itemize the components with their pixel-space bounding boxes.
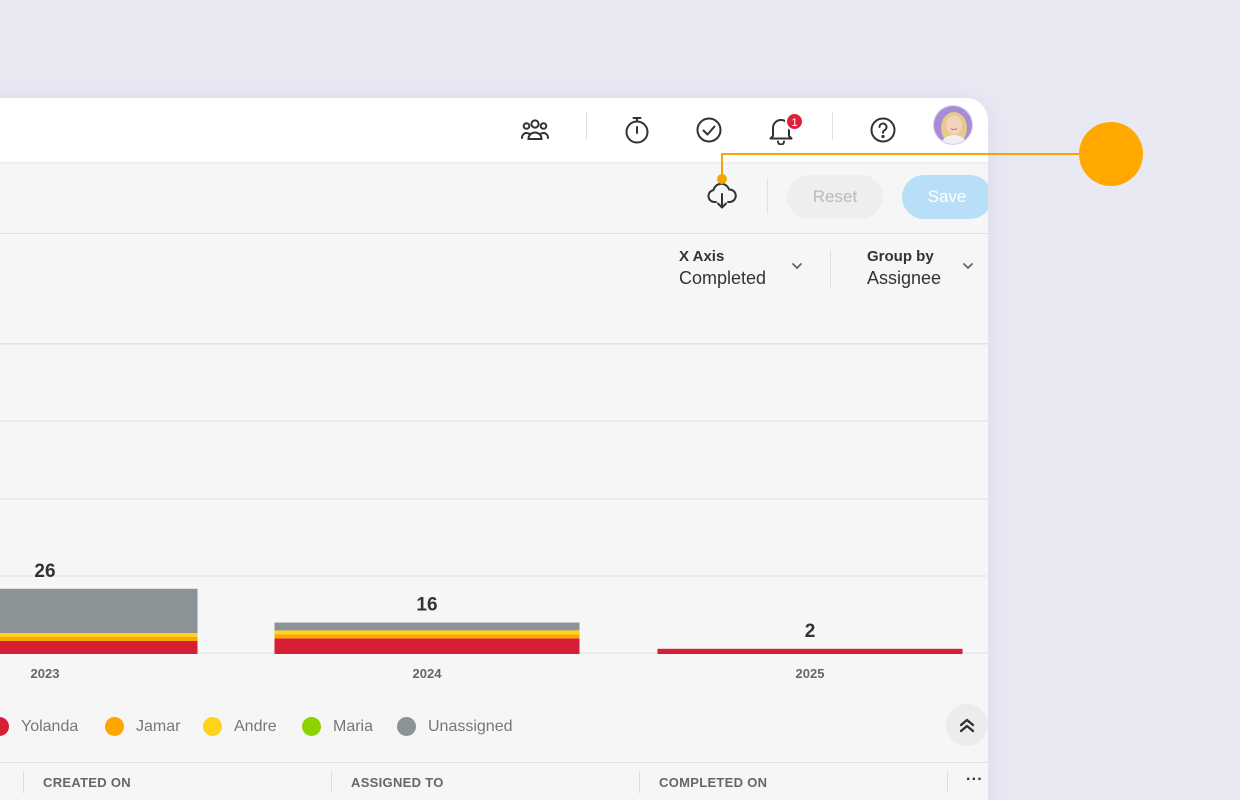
check-circle-icon[interactable]: [689, 110, 729, 150]
legend-label: Jamar: [136, 717, 181, 735]
bar-total-label: 26: [34, 561, 55, 582]
tooltip-connector: [721, 153, 1079, 155]
column-divider: [639, 771, 640, 793]
notification-badge: 1: [785, 112, 804, 131]
more-options-icon[interactable]: ···: [966, 771, 983, 789]
group-by-value: Assignee: [867, 268, 942, 288]
toolbar-divider: [767, 178, 768, 214]
app-window: 1 Reset Save X Axis Completed Group by A…: [0, 98, 988, 800]
action-bar: Reset Save: [0, 162, 988, 234]
help-icon[interactable]: [863, 110, 903, 150]
legend-swatch: [397, 717, 416, 736]
legend-swatch: [203, 717, 222, 736]
legend-item-maria[interactable]: Maria: [302, 717, 373, 736]
column-assigned-to[interactable]: ASSIGNED TO: [351, 775, 444, 790]
legend-label: Unassigned: [428, 717, 513, 735]
bar-total-label: 16: [416, 595, 437, 616]
group-by-label: Group by: [867, 248, 934, 265]
toolbar-divider: [832, 112, 833, 140]
bar-segment-jamar-2024: [274, 634, 580, 639]
legend-label: Maria: [333, 717, 374, 735]
chart-controls: X Axis Completed Group by Assignee: [0, 234, 988, 344]
chevron-down-icon[interactable]: [962, 262, 974, 270]
bar-total-label: 2: [805, 621, 816, 642]
bar-segment-yolanda-2023: [0, 641, 198, 654]
table-header: CREATED ON ASSIGNED TO COMPLETED ON ···: [0, 762, 988, 800]
bar-segment-andre-2024: [274, 630, 580, 635]
save-button[interactable]: Save: [902, 175, 988, 219]
legend-swatch: [0, 717, 9, 736]
legend-item-andre[interactable]: Andre: [203, 717, 277, 736]
legend-label: Andre: [234, 717, 277, 735]
x-tick-label: 2024: [413, 666, 443, 681]
legend-item-yolanda[interactable]: Yolanda: [0, 717, 78, 736]
x-tick-label: 2023: [31, 666, 60, 681]
legend-swatch: [302, 717, 321, 736]
column-completed-on[interactable]: COMPLETED ON: [659, 775, 767, 790]
tooltip-hotspot[interactable]: [1079, 122, 1143, 186]
column-divider: [23, 771, 24, 793]
bar-segment-unassigned-2024: [274, 622, 580, 631]
bar-segment-yolanda-2024: [274, 638, 580, 654]
legend-item-jamar[interactable]: Jamar: [105, 717, 180, 736]
reset-button[interactable]: Reset: [787, 175, 883, 219]
x-axis-value: Completed: [679, 268, 767, 288]
collapse-button[interactable]: [946, 704, 988, 746]
bar-segment-andre-2023: [0, 633, 198, 637]
group-by-dropdown[interactable]: Group by Assignee: [867, 248, 941, 289]
toolbar-divider: [586, 112, 587, 140]
chevrons-up-icon: [959, 718, 975, 733]
chart-legend: Yolanda Jamar Andre Maria Unassigned: [0, 703, 988, 753]
bar-segment-unassigned-2023: [0, 588, 198, 633]
legend-item-unassigned[interactable]: Unassigned: [397, 717, 513, 736]
x-axis-dropdown[interactable]: X Axis Completed: [679, 248, 766, 289]
legend-swatch: [105, 717, 124, 736]
tooltip-anchor: [717, 174, 727, 184]
bar-segment-yolanda-2025: [657, 648, 963, 654]
controls-divider: [830, 250, 831, 288]
column-divider: [947, 771, 948, 793]
x-axis-label: X Axis: [679, 248, 725, 265]
column-created-on[interactable]: CREATED ON: [43, 775, 131, 790]
stopwatch-icon[interactable]: [617, 110, 657, 150]
team-icon[interactable]: [515, 110, 555, 150]
bar-segment-jamar-2023: [0, 637, 198, 641]
user-avatar[interactable]: [933, 105, 973, 145]
column-divider: [331, 771, 332, 793]
x-tick-label: 2025: [796, 666, 825, 681]
bell-icon[interactable]: 1: [761, 110, 804, 150]
legend-label: Yolanda: [21, 717, 79, 735]
chevron-down-icon[interactable]: [791, 262, 803, 270]
stacked-bar-chart: 26 2023 16 2024 2 2025: [0, 344, 988, 681]
